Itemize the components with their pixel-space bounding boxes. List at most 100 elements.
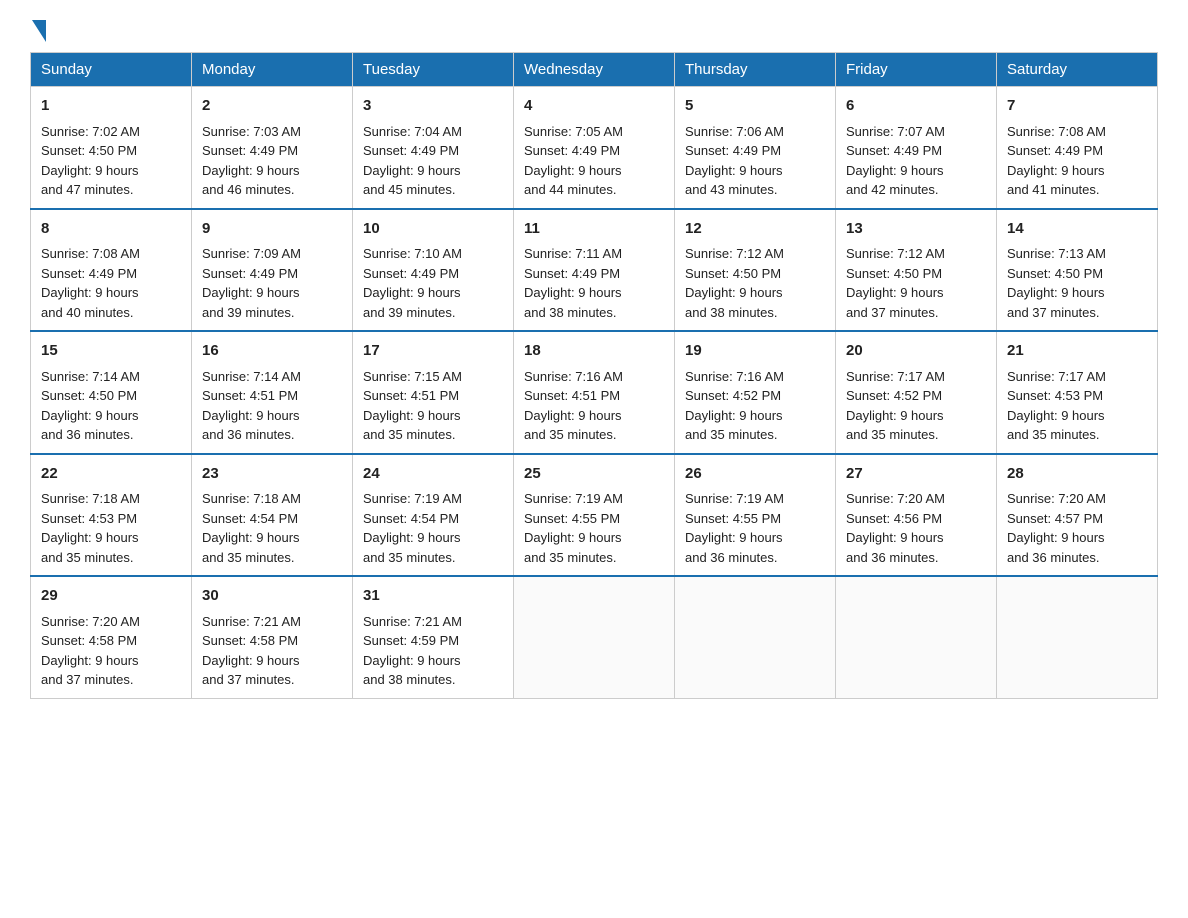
day-number: 2: [202, 95, 342, 118]
day-number: 27: [846, 463, 986, 486]
day-number: 16: [202, 340, 342, 363]
calendar-cell: 7Sunrise: 7:08 AMSunset: 4:49 PMDaylight…: [997, 87, 1158, 209]
calendar-cell: 3 Sunrise: 7:04 AMSunset: 4:49 PMDaylight…: [353, 87, 514, 209]
day-of-week-friday: Friday: [836, 53, 997, 87]
calendar-cell: 29 Sunrise: 7:20 AMSunset: 4:58 PMDayligh…: [31, 576, 192, 698]
day-number: 8: [41, 218, 181, 241]
day-number: 15: [41, 340, 181, 363]
week-row-1: 1 Sunrise: 7:02 AMSunset: 4:50 PMDaylight…: [31, 87, 1158, 209]
day-info: Sunrise: 7:20 AMSunset: 4:57 PMDaylight:…: [1007, 489, 1147, 567]
day-info: Sunrise: 7:11 AMSunset: 4:49 PMDaylight:…: [524, 244, 664, 322]
logo-arrow-icon: [32, 20, 46, 42]
calendar-cell: 11 Sunrise: 7:11 AMSunset: 4:49 PMDayligh…: [514, 209, 675, 332]
day-info: Sunrise: 7:08 AMSunset: 4:49 PMDaylight:…: [41, 244, 181, 322]
day-number: 29: [41, 585, 181, 608]
day-number: 20: [846, 340, 986, 363]
day-info: Sunrise: 7:07 AMSunset: 4:49 PMDaylight:…: [846, 122, 986, 200]
calendar-cell: 21Sunrise: 7:17 AMSunset: 4:53 PMDayligh…: [997, 331, 1158, 454]
day-info: Sunrise: 7:21 AMSunset: 4:59 PMDaylight:…: [363, 612, 503, 690]
calendar-cell: 28 Sunrise: 7:20 AMSunset: 4:57 PMDayligh…: [997, 454, 1158, 577]
calendar-cell: 13 Sunrise: 7:12 AMSunset: 4:50 PMDayligh…: [836, 209, 997, 332]
calendar-cell: 18Sunrise: 7:16 AMSunset: 4:51 PMDayligh…: [514, 331, 675, 454]
calendar-table: SundayMondayTuesdayWednesdayThursdayFrid…: [30, 52, 1158, 699]
day-number: 28: [1007, 463, 1147, 486]
calendar-cell: [514, 576, 675, 698]
day-info: Sunrise: 7:02 AMSunset: 4:50 PMDaylight:…: [41, 122, 181, 200]
calendar-cell: 20 Sunrise: 7:17 AMSunset: 4:52 PMDayligh…: [836, 331, 997, 454]
day-number: 21: [1007, 340, 1147, 363]
day-info: Sunrise: 7:14 AMSunset: 4:50 PMDaylight:…: [41, 367, 181, 445]
day-number: 7: [1007, 95, 1147, 118]
calendar-cell: 16 Sunrise: 7:14 AMSunset: 4:51 PMDayligh…: [192, 331, 353, 454]
page-header: [30, 20, 1158, 42]
week-row-4: 22Sunrise: 7:18 AMSunset: 4:53 PMDayligh…: [31, 454, 1158, 577]
day-info: Sunrise: 7:21 AMSunset: 4:58 PMDaylight:…: [202, 612, 342, 690]
day-of-week-monday: Monday: [192, 53, 353, 87]
day-number: 6: [846, 95, 986, 118]
day-info: Sunrise: 7:14 AMSunset: 4:51 PMDaylight:…: [202, 367, 342, 445]
day-info: Sunrise: 7:04 AMSunset: 4:49 PMDaylight:…: [363, 122, 503, 200]
day-number: 1: [41, 95, 181, 118]
calendar-cell: 19Sunrise: 7:16 AMSunset: 4:52 PMDayligh…: [675, 331, 836, 454]
day-info: Sunrise: 7:16 AMSunset: 4:51 PMDaylight:…: [524, 367, 664, 445]
calendar-cell: 23 Sunrise: 7:18 AMSunset: 4:54 PMDayligh…: [192, 454, 353, 577]
calendar-cell: 10Sunrise: 7:10 AMSunset: 4:49 PMDayligh…: [353, 209, 514, 332]
day-info: Sunrise: 7:16 AMSunset: 4:52 PMDaylight:…: [685, 367, 825, 445]
calendar-cell: 2Sunrise: 7:03 AMSunset: 4:49 PMDaylight…: [192, 87, 353, 209]
day-info: Sunrise: 7:05 AMSunset: 4:49 PMDaylight:…: [524, 122, 664, 200]
calendar-cell: 31 Sunrise: 7:21 AMSunset: 4:59 PMDayligh…: [353, 576, 514, 698]
calendar-cell: 1 Sunrise: 7:02 AMSunset: 4:50 PMDaylight…: [31, 87, 192, 209]
day-number: 9: [202, 218, 342, 241]
week-row-5: 29 Sunrise: 7:20 AMSunset: 4:58 PMDayligh…: [31, 576, 1158, 698]
day-info: Sunrise: 7:20 AMSunset: 4:58 PMDaylight:…: [41, 612, 181, 690]
day-number: 12: [685, 218, 825, 241]
day-info: Sunrise: 7:17 AMSunset: 4:52 PMDaylight:…: [846, 367, 986, 445]
day-number: 23: [202, 463, 342, 486]
calendar-cell: 25 Sunrise: 7:19 AMSunset: 4:55 PMDayligh…: [514, 454, 675, 577]
day-info: Sunrise: 7:15 AMSunset: 4:51 PMDaylight:…: [363, 367, 503, 445]
calendar-cell: 24 Sunrise: 7:19 AMSunset: 4:54 PMDayligh…: [353, 454, 514, 577]
day-number: 3: [363, 95, 503, 118]
day-number: 22: [41, 463, 181, 486]
calendar-cell: 12 Sunrise: 7:12 AMSunset: 4:50 PMDayligh…: [675, 209, 836, 332]
calendar-cell: 15 Sunrise: 7:14 AMSunset: 4:50 PMDayligh…: [31, 331, 192, 454]
day-info: Sunrise: 7:20 AMSunset: 4:56 PMDaylight:…: [846, 489, 986, 567]
day-of-week-wednesday: Wednesday: [514, 53, 675, 87]
calendar-cell: 30 Sunrise: 7:21 AMSunset: 4:58 PMDayligh…: [192, 576, 353, 698]
day-info: Sunrise: 7:12 AMSunset: 4:50 PMDaylight:…: [846, 244, 986, 322]
day-info: Sunrise: 7:12 AMSunset: 4:50 PMDaylight:…: [685, 244, 825, 322]
day-number: 10: [363, 218, 503, 241]
day-number: 17: [363, 340, 503, 363]
day-of-week-saturday: Saturday: [997, 53, 1158, 87]
calendar-cell: 26Sunrise: 7:19 AMSunset: 4:55 PMDayligh…: [675, 454, 836, 577]
day-number: 25: [524, 463, 664, 486]
day-info: Sunrise: 7:09 AMSunset: 4:49 PMDaylight:…: [202, 244, 342, 322]
day-info: Sunrise: 7:19 AMSunset: 4:54 PMDaylight:…: [363, 489, 503, 567]
week-row-3: 15 Sunrise: 7:14 AMSunset: 4:50 PMDayligh…: [31, 331, 1158, 454]
calendar-cell: 8 Sunrise: 7:08 AMSunset: 4:49 PMDaylight…: [31, 209, 192, 332]
days-of-week-row: SundayMondayTuesdayWednesdayThursdayFrid…: [31, 53, 1158, 87]
day-number: 30: [202, 585, 342, 608]
calendar-cell: 14 Sunrise: 7:13 AMSunset: 4:50 PMDayligh…: [997, 209, 1158, 332]
calendar-cell: [997, 576, 1158, 698]
week-row-2: 8 Sunrise: 7:08 AMSunset: 4:49 PMDaylight…: [31, 209, 1158, 332]
calendar-cell: 22Sunrise: 7:18 AMSunset: 4:53 PMDayligh…: [31, 454, 192, 577]
day-info: Sunrise: 7:18 AMSunset: 4:54 PMDaylight:…: [202, 489, 342, 567]
day-number: 31: [363, 585, 503, 608]
calendar-cell: 17 Sunrise: 7:15 AMSunset: 4:51 PMDayligh…: [353, 331, 514, 454]
day-info: Sunrise: 7:13 AMSunset: 4:50 PMDaylight:…: [1007, 244, 1147, 322]
logo: [30, 20, 48, 42]
calendar-cell: [675, 576, 836, 698]
day-number: 13: [846, 218, 986, 241]
calendar-cell: 27 Sunrise: 7:20 AMSunset: 4:56 PMDayligh…: [836, 454, 997, 577]
day-info: Sunrise: 7:19 AMSunset: 4:55 PMDaylight:…: [685, 489, 825, 567]
day-number: 4: [524, 95, 664, 118]
day-number: 14: [1007, 218, 1147, 241]
day-info: Sunrise: 7:19 AMSunset: 4:55 PMDaylight:…: [524, 489, 664, 567]
day-number: 24: [363, 463, 503, 486]
day-info: Sunrise: 7:06 AMSunset: 4:49 PMDaylight:…: [685, 122, 825, 200]
day-number: 11: [524, 218, 664, 241]
day-of-week-sunday: Sunday: [31, 53, 192, 87]
calendar-cell: 6 Sunrise: 7:07 AMSunset: 4:49 PMDaylight…: [836, 87, 997, 209]
calendar-cell: 5Sunrise: 7:06 AMSunset: 4:49 PMDaylight…: [675, 87, 836, 209]
